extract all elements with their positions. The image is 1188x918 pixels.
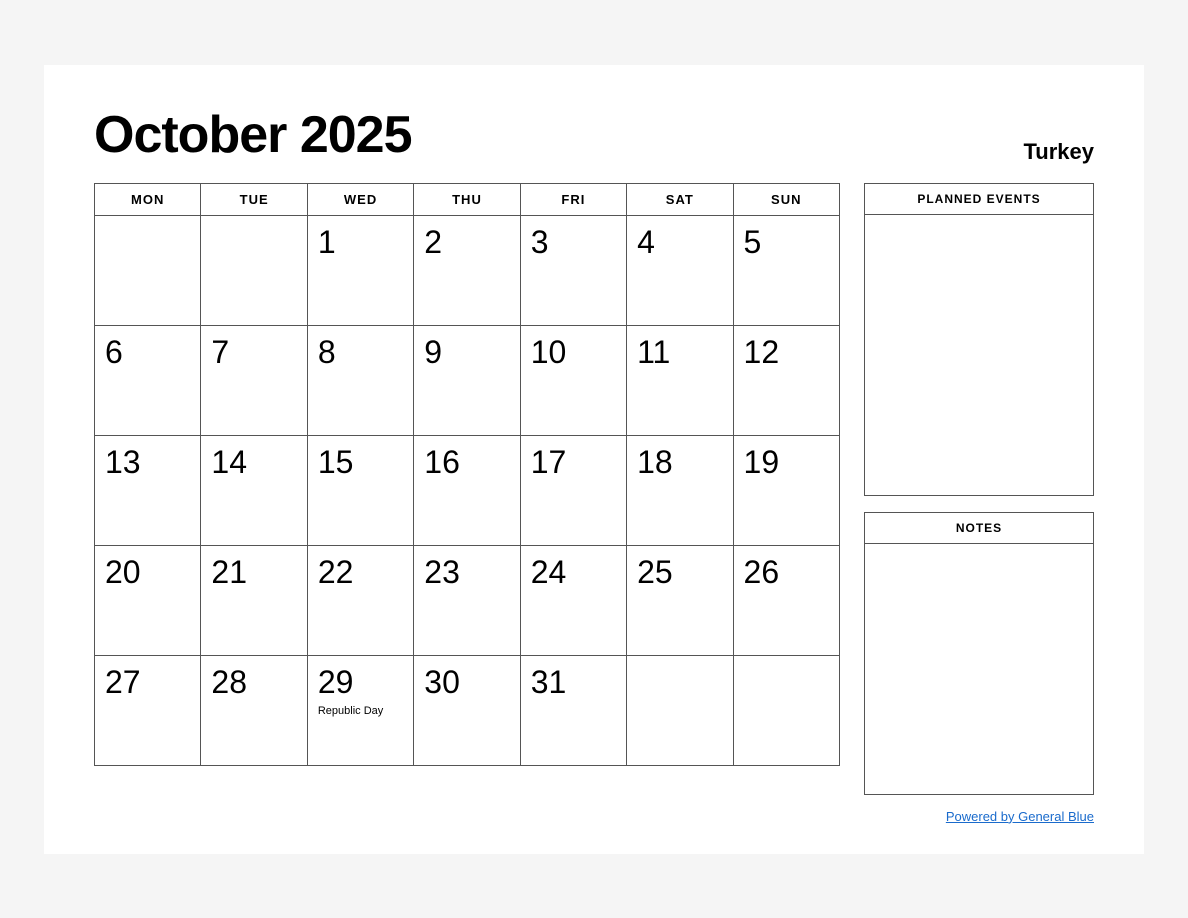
day-number: 12 <box>744 334 829 371</box>
day-number: 25 <box>637 554 722 591</box>
day-number: 1 <box>318 224 403 261</box>
calendar-day-cell: 10 <box>520 325 626 435</box>
day-number: 20 <box>105 554 190 591</box>
day-number: 8 <box>318 334 403 371</box>
page-header: October 2025 Turkey <box>94 105 1094 165</box>
day-number: 23 <box>424 554 509 591</box>
calendar-day-cell: 5 <box>733 215 839 325</box>
calendar-day-cell: 2 <box>414 215 520 325</box>
calendar-day-cell: 4 <box>627 215 733 325</box>
holiday-label: Republic Day <box>318 705 403 717</box>
day-number: 10 <box>531 334 616 371</box>
day-number: 6 <box>105 334 190 371</box>
calendar-day-cell: 15 <box>307 435 413 545</box>
calendar-day-cell: 25 <box>627 545 733 655</box>
calendar-day-cell <box>95 215 201 325</box>
calendar-day-cell: 22 <box>307 545 413 655</box>
calendar-day-cell: 16 <box>414 435 520 545</box>
month-title: October 2025 <box>94 105 412 165</box>
planned-events-header: PLANNED EVENTS <box>865 184 1093 215</box>
sidebar: PLANNED EVENTS NOTES <box>864 183 1094 795</box>
day-number: 22 <box>318 554 403 591</box>
day-number: 2 <box>424 224 509 261</box>
calendar-day-cell: 13 <box>95 435 201 545</box>
day-number: 9 <box>424 334 509 371</box>
calendar-day-cell: 28 <box>201 655 307 765</box>
calendar-week-row: 12345 <box>95 215 840 325</box>
header-mon: MON <box>95 183 201 215</box>
calendar-day-cell: 1 <box>307 215 413 325</box>
day-number: 30 <box>424 664 509 701</box>
calendar-day-cell: 9 <box>414 325 520 435</box>
calendar-day-cell: 23 <box>414 545 520 655</box>
calendar-day-cell: 12 <box>733 325 839 435</box>
calendar-day-cell: 21 <box>201 545 307 655</box>
calendar-day-cell: 18 <box>627 435 733 545</box>
calendar-day-cell <box>627 655 733 765</box>
powered-by-link[interactable]: Powered by General Blue <box>946 809 1094 824</box>
day-number: 29 <box>318 664 403 701</box>
calendar-week-row: 6789 10 11 12 <box>95 325 840 435</box>
page: October 2025 Turkey MON TUE WED THU FRI … <box>44 65 1144 854</box>
calendar-day-cell: 14 <box>201 435 307 545</box>
calendar-day-cell: 3 <box>520 215 626 325</box>
header-tue: TUE <box>201 183 307 215</box>
calendar-day-cell: 11 <box>627 325 733 435</box>
planned-events-box: PLANNED EVENTS <box>864 183 1094 496</box>
calendar-day-cell: 20 <box>95 545 201 655</box>
day-number: 27 <box>105 664 190 701</box>
calendar-section: MON TUE WED THU FRI SAT SUN 123456789101… <box>94 183 840 766</box>
day-number: 28 <box>211 664 296 701</box>
calendar-day-cell: 31 <box>520 655 626 765</box>
day-number: 21 <box>211 554 296 591</box>
day-number: 14 <box>211 444 296 481</box>
calendar-day-cell: 17 <box>520 435 626 545</box>
calendar-day-cell: 30 <box>414 655 520 765</box>
country-title: Turkey <box>1023 139 1094 165</box>
header-wed: WED <box>307 183 413 215</box>
day-number: 31 <box>531 664 616 701</box>
day-number: 4 <box>637 224 722 261</box>
calendar-week-row: 20 21 22 23 24 25 26 <box>95 545 840 655</box>
notes-box: NOTES <box>864 512 1094 795</box>
day-number: 18 <box>637 444 722 481</box>
calendar-week-row: 13 14 15 16 17 18 19 <box>95 435 840 545</box>
calendar-day-cell: 26 <box>733 545 839 655</box>
day-number: 11 <box>637 334 722 371</box>
header-sat: SAT <box>627 183 733 215</box>
calendar-week-row: 27 28 29 Republic Day 30 31 <box>95 655 840 765</box>
day-number: 17 <box>531 444 616 481</box>
day-number: 24 <box>531 554 616 591</box>
calendar-day-cell: 24 <box>520 545 626 655</box>
footer: Powered by General Blue <box>94 809 1094 824</box>
calendar-day-cell: 27 <box>95 655 201 765</box>
calendar-table: MON TUE WED THU FRI SAT SUN 123456789101… <box>94 183 840 766</box>
calendar-day-cell <box>201 215 307 325</box>
day-number: 7 <box>211 334 296 371</box>
calendar-day-cell: 29 Republic Day <box>307 655 413 765</box>
day-number: 15 <box>318 444 403 481</box>
calendar-day-cell <box>733 655 839 765</box>
day-number: 19 <box>744 444 829 481</box>
header-sun: SUN <box>733 183 839 215</box>
day-number: 5 <box>744 224 829 261</box>
day-number: 3 <box>531 224 616 261</box>
day-number: 26 <box>744 554 829 591</box>
header-fri: FRI <box>520 183 626 215</box>
weekday-header-row: MON TUE WED THU FRI SAT SUN <box>95 183 840 215</box>
day-number: 13 <box>105 444 190 481</box>
planned-events-content <box>865 215 1093 495</box>
day-number: 16 <box>424 444 509 481</box>
calendar-day-cell: 6 <box>95 325 201 435</box>
header-thu: THU <box>414 183 520 215</box>
calendar-day-cell: 8 <box>307 325 413 435</box>
calendar-day-cell: 7 <box>201 325 307 435</box>
notes-content <box>865 544 1093 794</box>
main-layout: MON TUE WED THU FRI SAT SUN 123456789101… <box>94 183 1094 795</box>
calendar-day-cell: 19 <box>733 435 839 545</box>
notes-header: NOTES <box>865 513 1093 544</box>
